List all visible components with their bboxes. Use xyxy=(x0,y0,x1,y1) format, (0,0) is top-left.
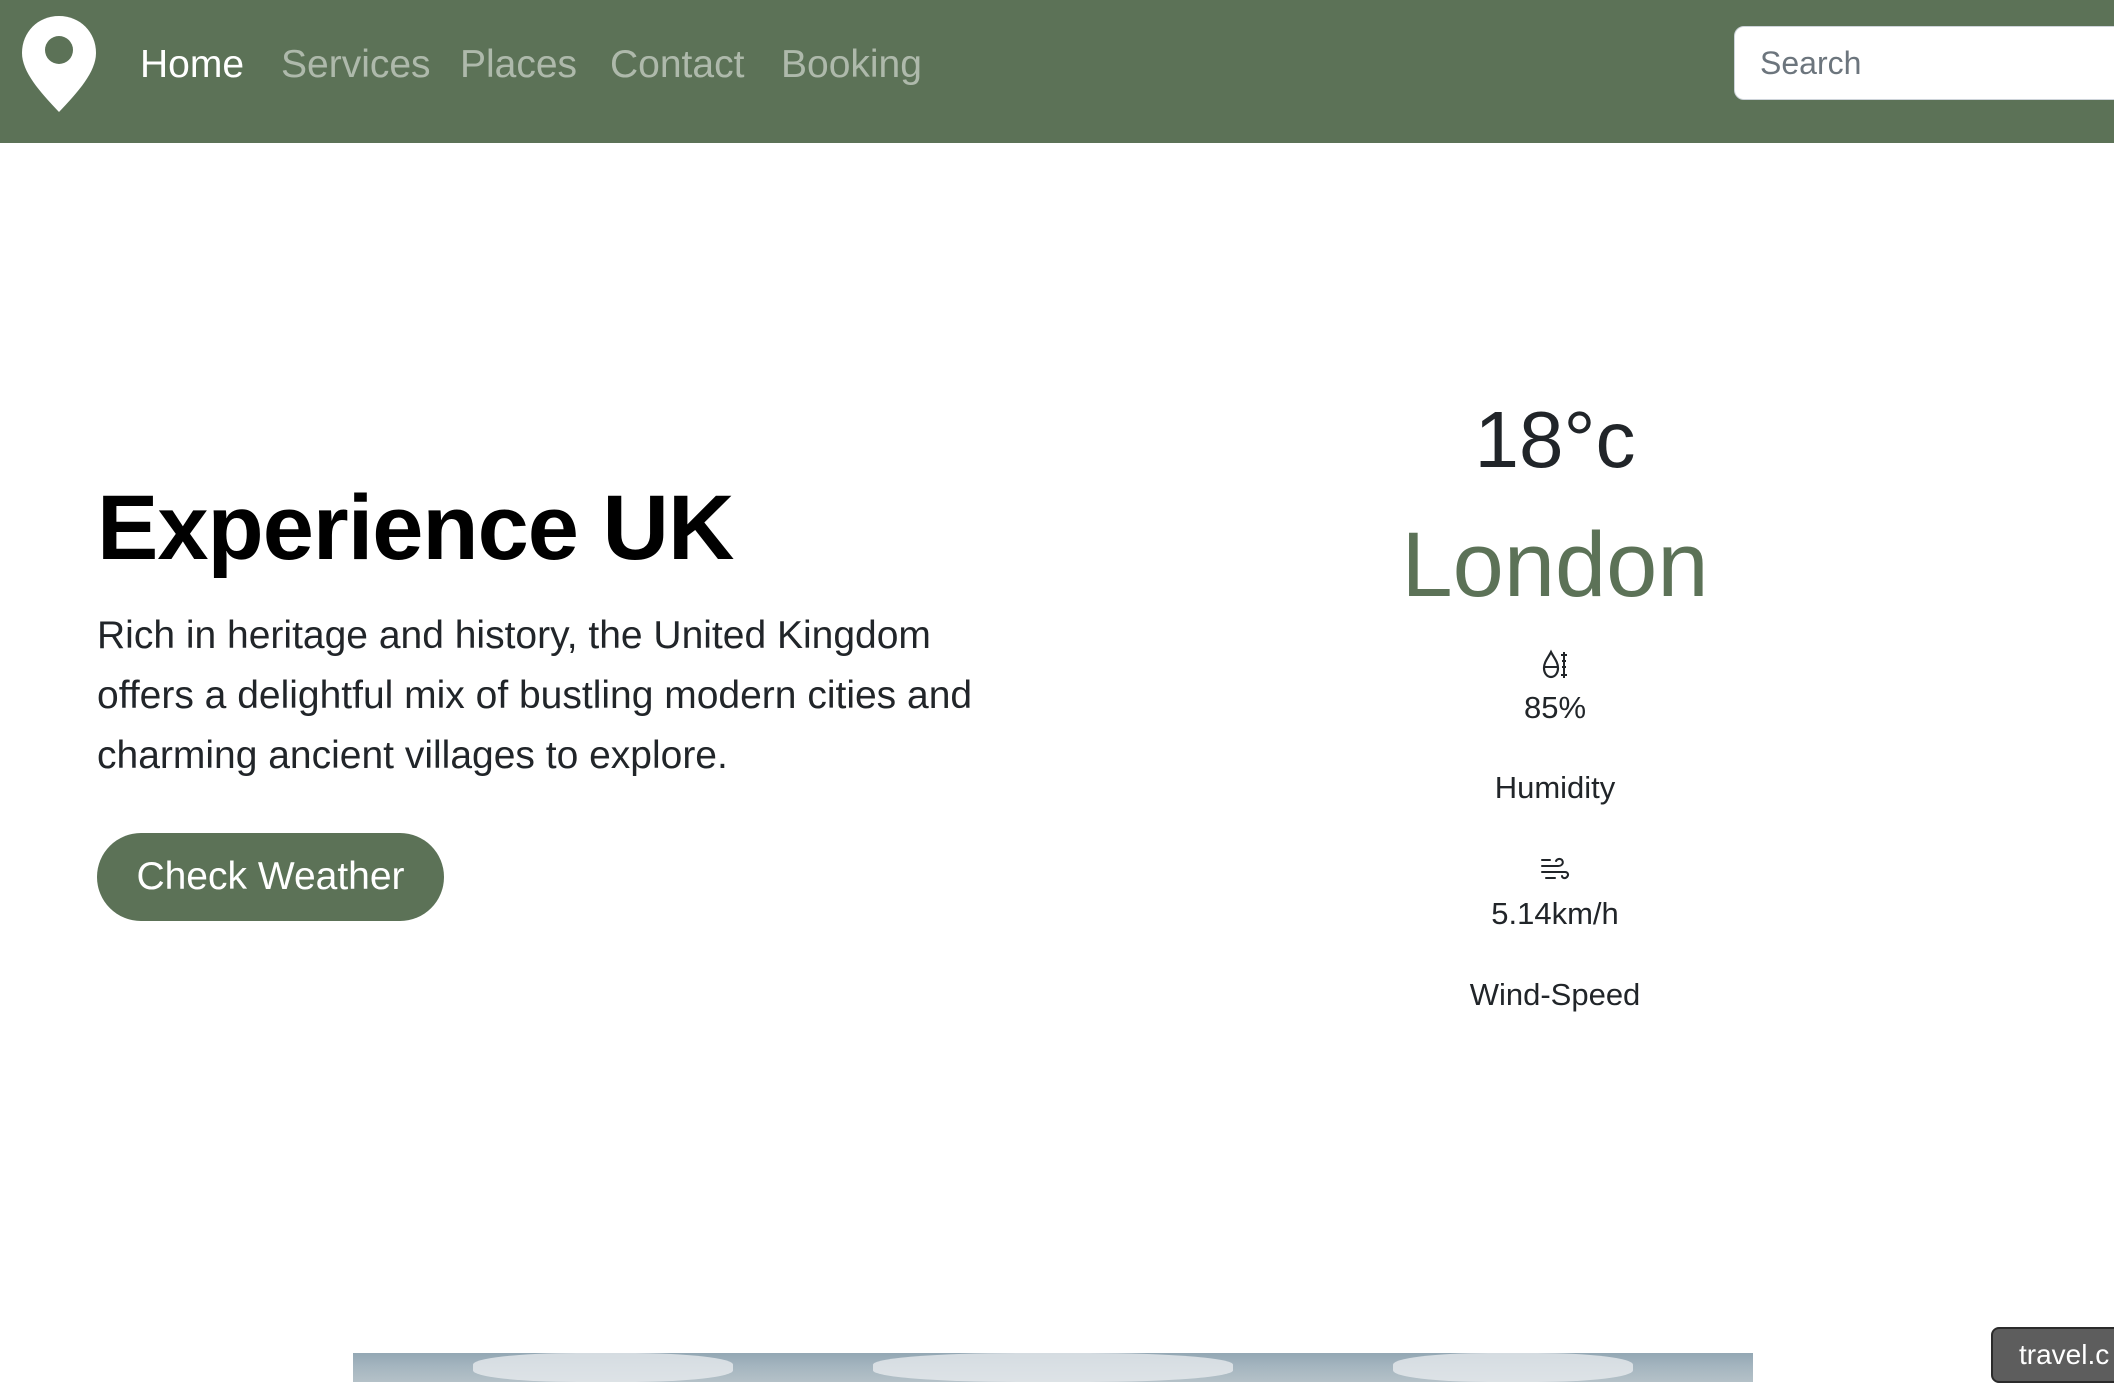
map-pin-icon[interactable] xyxy=(20,14,98,114)
nav-link-booking[interactable]: Booking xyxy=(781,42,922,88)
hero-description: Rich in heritage and history, the United… xyxy=(97,614,973,777)
humidity-value: 85% xyxy=(1523,690,1587,725)
hero-title: Experience UK xyxy=(97,477,734,579)
travel-badge: travel.c xyxy=(1991,1327,2114,1383)
check-weather-button[interactable]: Check Weather xyxy=(97,833,444,921)
nav-link-services[interactable]: Services xyxy=(281,42,431,88)
hero-image xyxy=(353,1353,1753,1382)
wind-speed-label: Wind-Speed xyxy=(1469,977,1641,1012)
humidity-icon xyxy=(1542,649,1567,679)
nav-link-places[interactable]: Places xyxy=(460,42,577,88)
search-input[interactable] xyxy=(1734,26,2114,100)
humidity-label: Humidity xyxy=(1494,770,1616,805)
wind-speed-value: 5.14km/h xyxy=(1491,896,1619,931)
navbar: Home Services Places Contact Booking xyxy=(0,0,2114,143)
nav-link-home[interactable]: Home xyxy=(140,42,244,88)
nav-link-contact[interactable]: Contact xyxy=(610,42,744,88)
wind-icon xyxy=(1541,857,1570,880)
temperature: 18°c xyxy=(1474,395,1636,484)
city-name: London xyxy=(1401,514,1709,616)
